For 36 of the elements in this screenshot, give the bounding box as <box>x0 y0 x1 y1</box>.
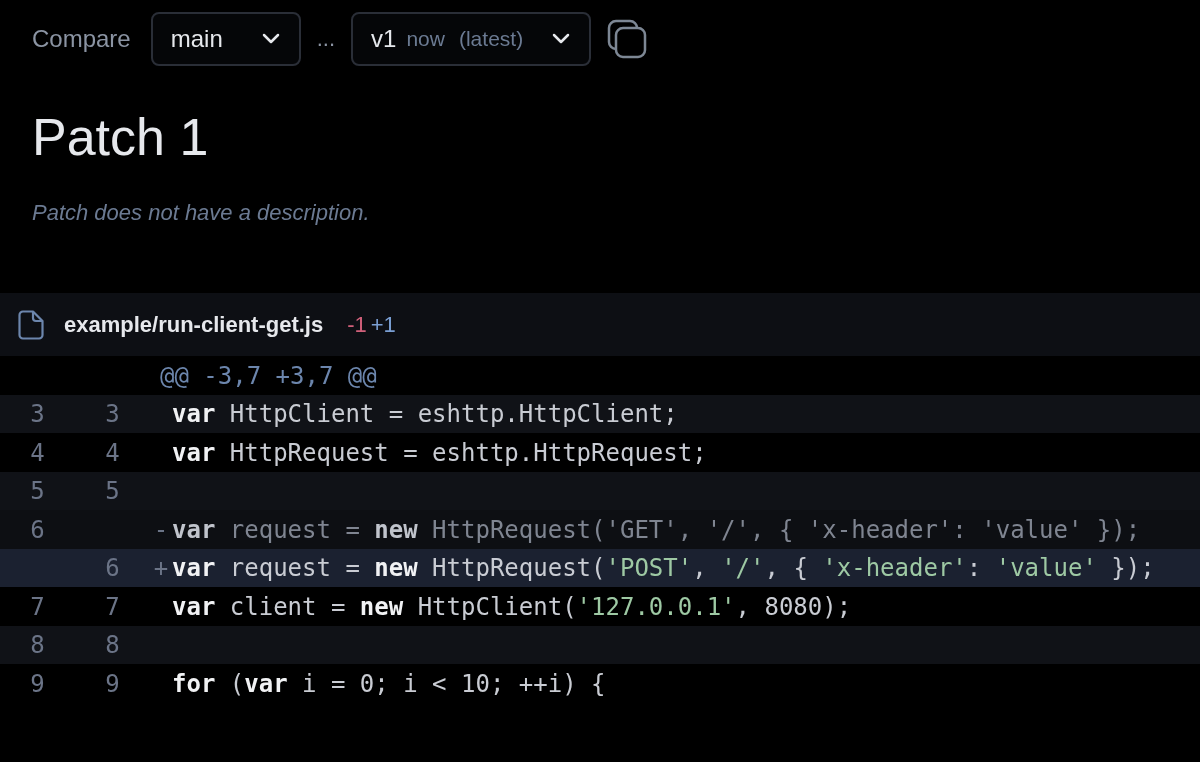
line-number: 8 <box>29 630 46 662</box>
ellipsis-text: ... <box>316 25 336 53</box>
line-number: 3 <box>104 399 121 431</box>
code-line: var request = new HttpRequest('GET', '/', { 'x-header': 'value' }); <box>172 514 1141 546</box>
patch-description: Patch does not have a description. <box>32 199 371 228</box>
hunk-header: @@ -3,7 +3,7 @@ <box>159 360 377 392</box>
diff-sign: + <box>152 553 170 585</box>
version-dropdown[interactable]: v1 now (latest) <box>351 11 592 66</box>
copy-icon[interactable] <box>607 18 648 59</box>
patch-title: Patch 1 <box>32 107 210 168</box>
line-number: 4 <box>104 437 121 469</box>
removed-count: -1 <box>347 311 367 340</box>
code-line: var client = new HttpClient('127.0.0.1', 8080); <box>172 591 852 623</box>
line-number: 5 <box>29 476 46 508</box>
line-number: 4 <box>29 437 46 469</box>
line-number: 5 <box>104 476 121 508</box>
line-number: 6 <box>104 553 121 585</box>
line-number: 3 <box>29 399 46 431</box>
file-icon <box>18 309 44 340</box>
line-number: 6 <box>29 514 46 546</box>
diff-sign: - <box>152 514 170 546</box>
line-number: 8 <box>104 630 121 662</box>
chevron-down-icon <box>551 32 572 45</box>
compare-label: Compare <box>32 23 131 54</box>
line-number: 7 <box>104 591 121 623</box>
line-number: 7 <box>29 591 46 623</box>
code-line: for (var i = 0; i < 10; ++i) { <box>172 668 606 700</box>
code-line: var HttpClient = eshttp.HttpClient; <box>172 399 678 431</box>
file-path: example/run-client-get.js <box>64 311 324 340</box>
code-line: var request = new HttpRequest('POST', '/', { 'x-header': 'value' }); <box>172 553 1155 585</box>
chevron-down-icon <box>260 32 281 45</box>
branch-dropdown[interactable]: main <box>150 11 301 66</box>
line-number: 9 <box>29 668 46 700</box>
code-line: var HttpRequest = eshttp.HttpRequest; <box>172 437 707 469</box>
added-count: +1 <box>370 311 396 340</box>
line-number: 9 <box>104 668 121 700</box>
